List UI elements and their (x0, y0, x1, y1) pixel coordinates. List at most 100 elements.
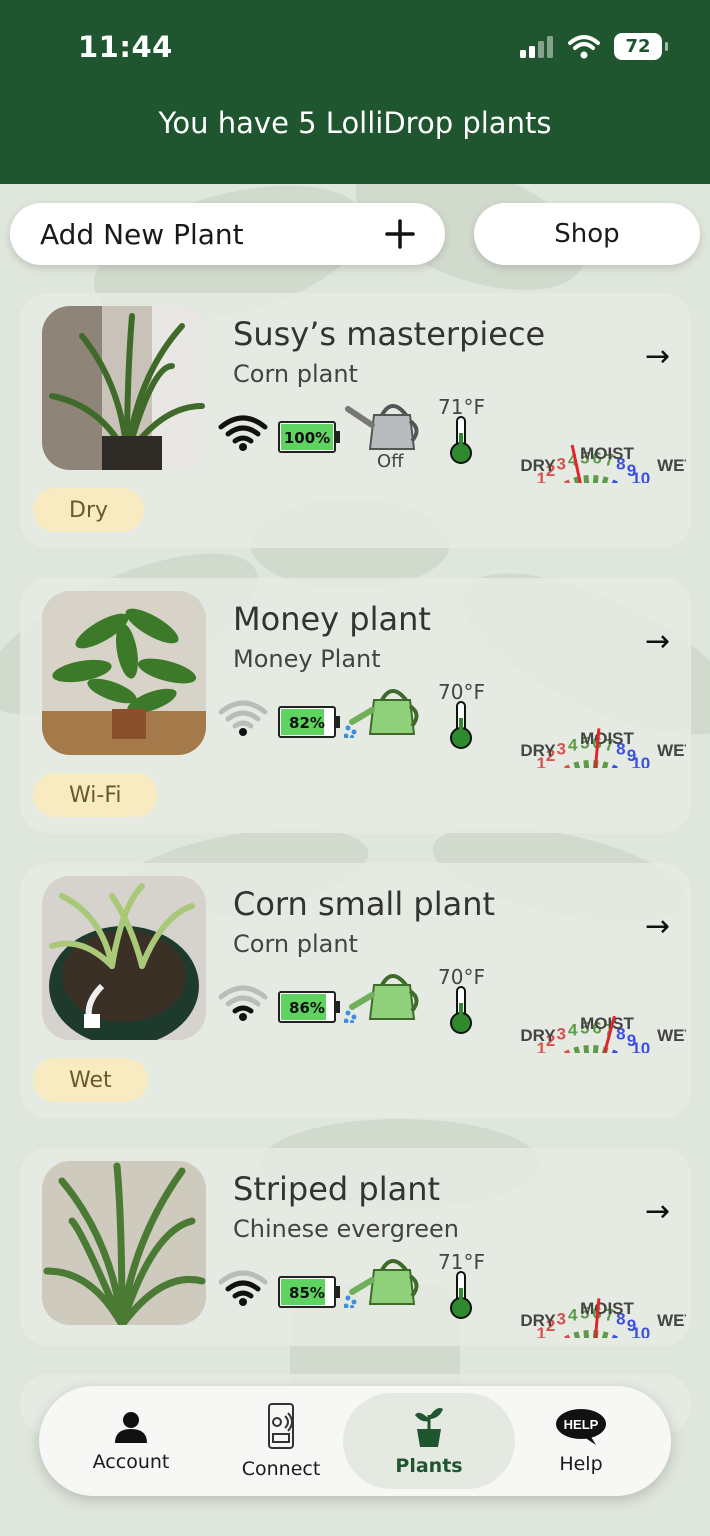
plant-photo (42, 591, 206, 755)
status-chip: Wi-Fi (33, 773, 158, 817)
gauge-tick (564, 1334, 571, 1338)
phone-signal-icon (268, 1403, 294, 1449)
plant-photo (42, 306, 206, 470)
tab-label: Help (559, 1453, 603, 1475)
person-icon (115, 1412, 147, 1443)
plant-name: Corn small plant (233, 885, 496, 923)
gauge-label: DRY (520, 741, 556, 760)
thermometer-icon (450, 986, 472, 1034)
add-new-plant-button[interactable]: Add New Plant (10, 203, 445, 265)
plant-species: Money Plant (233, 645, 381, 673)
watering-can-off-icon (345, 404, 419, 450)
plant-card[interactable]: Susy’s masterpiece Corn plant → 100% Off… (20, 293, 691, 548)
gauge-label: MOIST (580, 1299, 634, 1318)
help-bubble-icon: HELP (556, 1409, 606, 1445)
watering-can-icon (344, 689, 419, 738)
gauge-number: 4 (568, 1020, 578, 1039)
tab-plants[interactable]: Plants (343, 1386, 515, 1496)
plant-name: Susy’s masterpiece (233, 315, 546, 353)
gauge-number: 3 (556, 1025, 565, 1044)
plant-battery-icon: 85% (278, 1276, 340, 1308)
add-new-plant-label: Add New Plant (40, 217, 244, 251)
plant-name: Money plant (233, 600, 431, 638)
plant-battery-icon: 86% (278, 991, 340, 1023)
status-icons: 72 (520, 33, 668, 60)
gauge-tick (601, 476, 609, 483)
battery-status-icon: 72 (614, 33, 668, 60)
gauge-tick (564, 764, 571, 768)
battery-level-text: 100% (284, 429, 330, 447)
tab-connect[interactable]: Connect (205, 1386, 357, 1496)
tab-label: Account (92, 1451, 170, 1473)
gauge-number: 10 (631, 1039, 650, 1053)
gauge-tick (573, 1331, 581, 1338)
open-plant-arrow-icon[interactable]: → (645, 624, 670, 659)
gauge-label: MOIST (580, 729, 634, 748)
gauge-tick (611, 1334, 618, 1338)
wifi-strength-icon (218, 985, 268, 1021)
gauge-tick (611, 764, 618, 768)
gauge-label: DRY (520, 1311, 556, 1330)
gauge-label: MOIST (580, 444, 634, 463)
app-header: 11:44 72 You have 5 LolliDrop plants (0, 0, 710, 184)
plant-species: Corn plant (233, 930, 358, 958)
gauge-tick (564, 479, 571, 483)
gauge-tick (592, 475, 599, 483)
moisture-gauge: 12345678910DRYMOISTWET (520, 1298, 686, 1338)
moisture-gauge: 12345678910DRYMOISTWET (520, 1014, 686, 1053)
plant-battery-icon: 82% (278, 706, 340, 738)
shop-button[interactable]: Shop (474, 203, 700, 265)
status-chip: Wet (33, 1058, 148, 1102)
gauge-tick (601, 1331, 609, 1338)
plant-name: Striped plant (233, 1170, 441, 1208)
wifi-strength-icon (218, 1270, 268, 1306)
gauge-label: DRY (520, 456, 556, 475)
gauge-number: 3 (556, 1310, 565, 1329)
tab-label: Plants (395, 1455, 463, 1477)
gauge-tick (583, 1330, 590, 1338)
gauge-number: 4 (568, 735, 578, 754)
plus-icon (385, 219, 415, 249)
thermometer-icon (450, 701, 472, 749)
tab-account[interactable]: Account (55, 1386, 207, 1496)
gauge-tick (564, 1049, 571, 1053)
gauge-number: 10 (631, 1324, 650, 1338)
tab-label: Connect (241, 1458, 321, 1480)
open-plant-arrow-icon[interactable]: → (645, 339, 670, 374)
watering-can-icon (344, 1259, 419, 1308)
thermometer-icon (450, 1271, 472, 1319)
gauge-tick (611, 479, 618, 483)
cellular-signal-icon (520, 35, 553, 58)
watering-status: Off (377, 451, 404, 472)
plant-card[interactable]: Striped plant Chinese evergreen → 85% 71… (20, 1148, 691, 1346)
battery-level-text: 82% (289, 714, 325, 732)
open-plant-arrow-icon[interactable]: → (645, 1194, 670, 1229)
plant-photo (42, 1161, 206, 1325)
gauge-tick (583, 1045, 590, 1053)
gauge-label: WET (657, 1026, 686, 1045)
gauge-number: 3 (556, 455, 565, 474)
gauge-tick (573, 1046, 581, 1053)
open-plant-arrow-icon[interactable]: → (645, 909, 670, 944)
potted-plant-icon (415, 1408, 443, 1447)
gauge-label: WET (657, 741, 686, 760)
battery-level-text: 86% (289, 999, 325, 1017)
page-title: You have 5 LolliDrop plants (158, 106, 552, 140)
plant-card[interactable]: Corn small plant Corn plant → 86% 70°F 1… (20, 863, 691, 1118)
plant-species: Chinese evergreen (233, 1215, 460, 1243)
gauge-number: 10 (631, 754, 650, 768)
status-time: 11:44 (78, 30, 173, 64)
gauge-label: MOIST (580, 1014, 634, 1033)
moisture-gauge: 12345678910DRYMOISTWET (520, 728, 686, 768)
battery-level-text: 85% (289, 1284, 325, 1302)
plant-card[interactable]: Money plant Money Plant → 82% 70°F 12345… (20, 578, 691, 833)
tab-help[interactable]: HELP Help (505, 1386, 657, 1496)
svg-text:HELP: HELP (564, 1417, 599, 1432)
plant-photo (42, 876, 206, 1040)
moisture-gauge: 12345678910DRYMOISTWET (520, 444, 686, 483)
gauge-label: WET (657, 1311, 686, 1330)
wifi-strength-icon (218, 700, 268, 736)
status-chip: Dry (33, 488, 145, 532)
gauge-label: WET (657, 456, 686, 475)
gauge-number: 3 (556, 740, 565, 759)
